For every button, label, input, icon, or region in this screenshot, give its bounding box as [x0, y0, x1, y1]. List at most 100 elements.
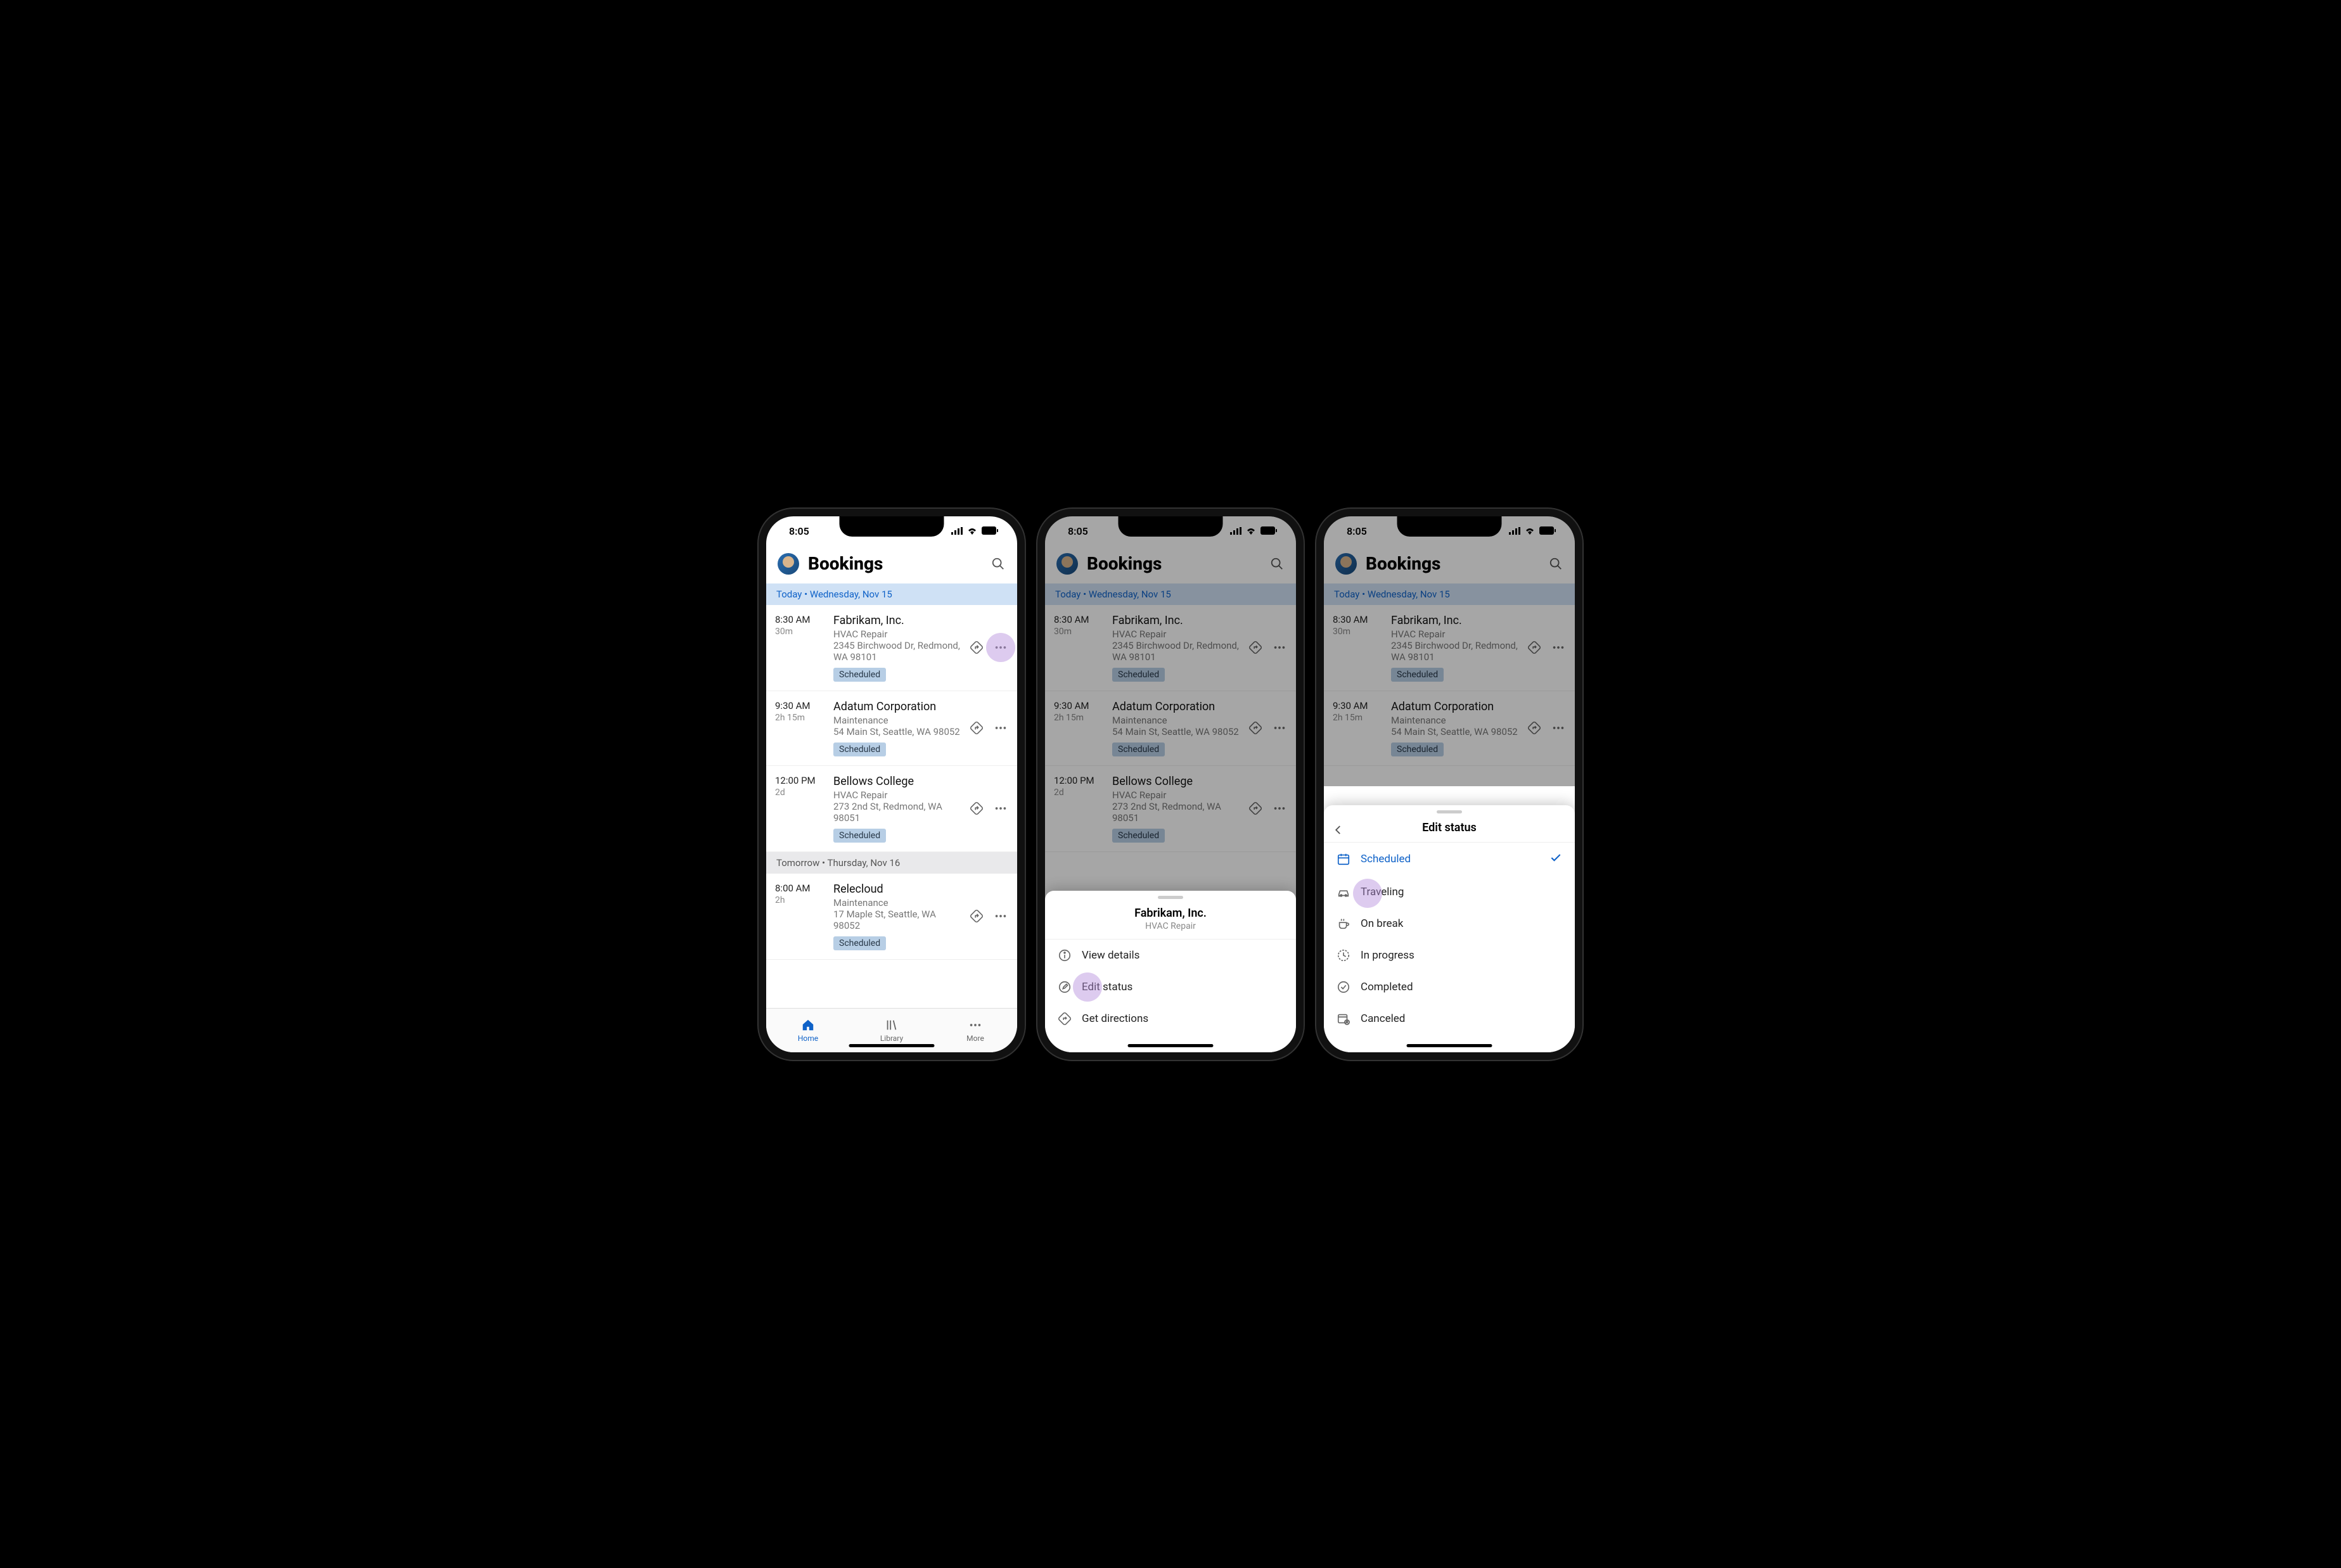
booking-service: Maintenance	[1391, 715, 1518, 726]
sheet-header: Edit status	[1324, 817, 1575, 843]
booking-service: HVAC Repair	[833, 628, 960, 640]
status-badge: Scheduled	[1112, 743, 1165, 756]
battery-icon	[982, 525, 998, 537]
directions-button[interactable]	[969, 801, 984, 816]
booking-item[interactable]: 8:30 AM 30m Fabrikam, Inc. HVAC Repair 2…	[766, 605, 1017, 691]
get-directions-button[interactable]: Get directions	[1045, 1003, 1296, 1035]
app-header: Bookings	[1324, 547, 1575, 583]
status-option-label: In progress	[1361, 949, 1414, 962]
more-button	[1551, 720, 1566, 736]
booking-address: 2345 Birchwood Dr, Redmond, WA 98101	[1391, 640, 1518, 663]
more-button[interactable]	[993, 720, 1008, 736]
more-icon	[968, 1018, 982, 1032]
status-option-label: Completed	[1361, 981, 1413, 993]
edit-status-button[interactable]: Edit status	[1045, 971, 1296, 1003]
sheet-item-label: Get directions	[1082, 1012, 1148, 1025]
tab-home[interactable]: Home	[766, 1009, 850, 1052]
booking-duration: 2h 15m	[1333, 713, 1382, 723]
directions-icon	[1058, 1012, 1072, 1026]
booking-item[interactable]: 12:00 PM 2d Bellows College HVAC Repair …	[766, 766, 1017, 852]
more-button[interactable]	[993, 801, 1008, 816]
booking-service: Maintenance	[833, 897, 960, 908]
status-option-label: Scheduled	[1361, 853, 1411, 865]
booking-customer: Adatum Corporation	[1112, 700, 1239, 713]
booking-list[interactable]: 8:30 AM 30m Fabrikam, Inc. HVAC Repair 2…	[766, 605, 1017, 1008]
booking-service: HVAC Repair	[1112, 789, 1239, 801]
status-badge: Scheduled	[833, 829, 886, 843]
today-banner: Today • Wednesday, Nov 15	[766, 583, 1017, 605]
status-option-label: Canceled	[1361, 1012, 1405, 1025]
booking-address: 54 Main St, Seattle, WA 98052	[833, 726, 960, 737]
directions-button[interactable]	[969, 908, 984, 924]
directions-button	[1248, 640, 1263, 655]
home-indicator[interactable]	[849, 1044, 935, 1047]
booking-time: 8:30 AM	[775, 614, 824, 625]
more-button	[1551, 640, 1566, 655]
status-option-scheduled[interactable]: Scheduled	[1324, 843, 1575, 876]
notch	[1397, 516, 1502, 537]
info-icon	[1058, 948, 1072, 962]
booking-address: 17 Maple St, Seattle, WA 98052	[833, 908, 960, 931]
more-button[interactable]	[993, 908, 1008, 924]
avatar[interactable]	[1335, 553, 1357, 575]
wifi-icon	[966, 525, 978, 537]
directions-button[interactable]	[969, 640, 984, 655]
status-time: 8:05	[1347, 525, 1367, 537]
booking-customer: Adatum Corporation	[833, 700, 960, 713]
phone-home: 8:05 Bookings Today • Wednesday, Nov 15 …	[759, 509, 1025, 1060]
home-icon	[801, 1018, 815, 1032]
booking-item[interactable]: 9:30 AM 2h 15m Adatum Corporation Mainte…	[766, 691, 1017, 766]
sheet-subtitle: HVAC Repair	[1055, 921, 1286, 931]
tab-more[interactable]: More	[933, 1009, 1017, 1052]
search-button[interactable]	[1269, 556, 1285, 571]
booking-service: HVAC Repair	[833, 789, 960, 801]
directions-button	[1527, 720, 1542, 736]
sheet-item-label: View details	[1082, 949, 1139, 962]
cancel-icon	[1337, 1012, 1350, 1026]
avatar[interactable]	[1056, 553, 1078, 575]
status-option-in-progress[interactable]: In progress	[1324, 940, 1575, 971]
booking-address: 2345 Birchwood Dr, Redmond, WA 98101	[833, 640, 960, 663]
status-sheet: Edit status Scheduled Traveling On break…	[1324, 805, 1575, 1052]
directions-button	[1527, 640, 1542, 655]
booking-duration: 30m	[1333, 627, 1382, 637]
directions-button	[1248, 801, 1263, 816]
sheet-grabber[interactable]	[1437, 810, 1462, 813]
wifi-icon	[1524, 525, 1536, 537]
app-header: Bookings	[766, 547, 1017, 583]
sheet-grabber[interactable]	[1158, 896, 1183, 899]
battery-icon	[1539, 525, 1556, 537]
home-indicator[interactable]	[1407, 1044, 1492, 1047]
status-badge: Scheduled	[833, 743, 886, 756]
view-details-button[interactable]: View details	[1045, 940, 1296, 971]
status-option-completed[interactable]: Completed	[1324, 971, 1575, 1003]
booking-address: 54 Main St, Seattle, WA 98052	[1391, 726, 1518, 737]
more-button	[1272, 640, 1287, 655]
more-button[interactable]	[993, 640, 1008, 655]
back-button[interactable]	[1333, 824, 1344, 839]
booking-item[interactable]: 8:00 AM 2h Relecloud Maintenance 17 Mapl…	[766, 874, 1017, 960]
directions-button[interactable]	[969, 720, 984, 736]
app-header: Bookings	[1045, 547, 1296, 583]
search-button[interactable]	[991, 556, 1006, 571]
notch	[1119, 516, 1223, 537]
booking-service: Maintenance	[833, 715, 960, 726]
clock-icon	[1337, 948, 1350, 962]
status-option-traveling[interactable]: Traveling	[1324, 876, 1575, 908]
home-indicator[interactable]	[1128, 1044, 1214, 1047]
booking-duration: 2h 15m	[775, 713, 824, 723]
status-option-canceled[interactable]: Canceled	[1324, 1003, 1575, 1035]
booking-duration: 2d	[775, 787, 824, 798]
more-button	[1272, 801, 1287, 816]
check-icon	[1549, 851, 1562, 867]
search-button[interactable]	[1548, 556, 1563, 571]
check-circle-icon	[1337, 980, 1350, 994]
edit-icon	[1058, 980, 1072, 994]
directions-button	[1248, 720, 1263, 736]
booking-customer: Bellows College	[1112, 775, 1239, 788]
status-option-on-break[interactable]: On break	[1324, 908, 1575, 940]
phone-status-sheet: 8:05 Bookings Today • Wednesday, Nov 15 …	[1316, 509, 1582, 1060]
cellular-icon	[1230, 525, 1241, 537]
booking-customer: Bellows College	[833, 775, 960, 788]
avatar[interactable]	[778, 553, 799, 575]
